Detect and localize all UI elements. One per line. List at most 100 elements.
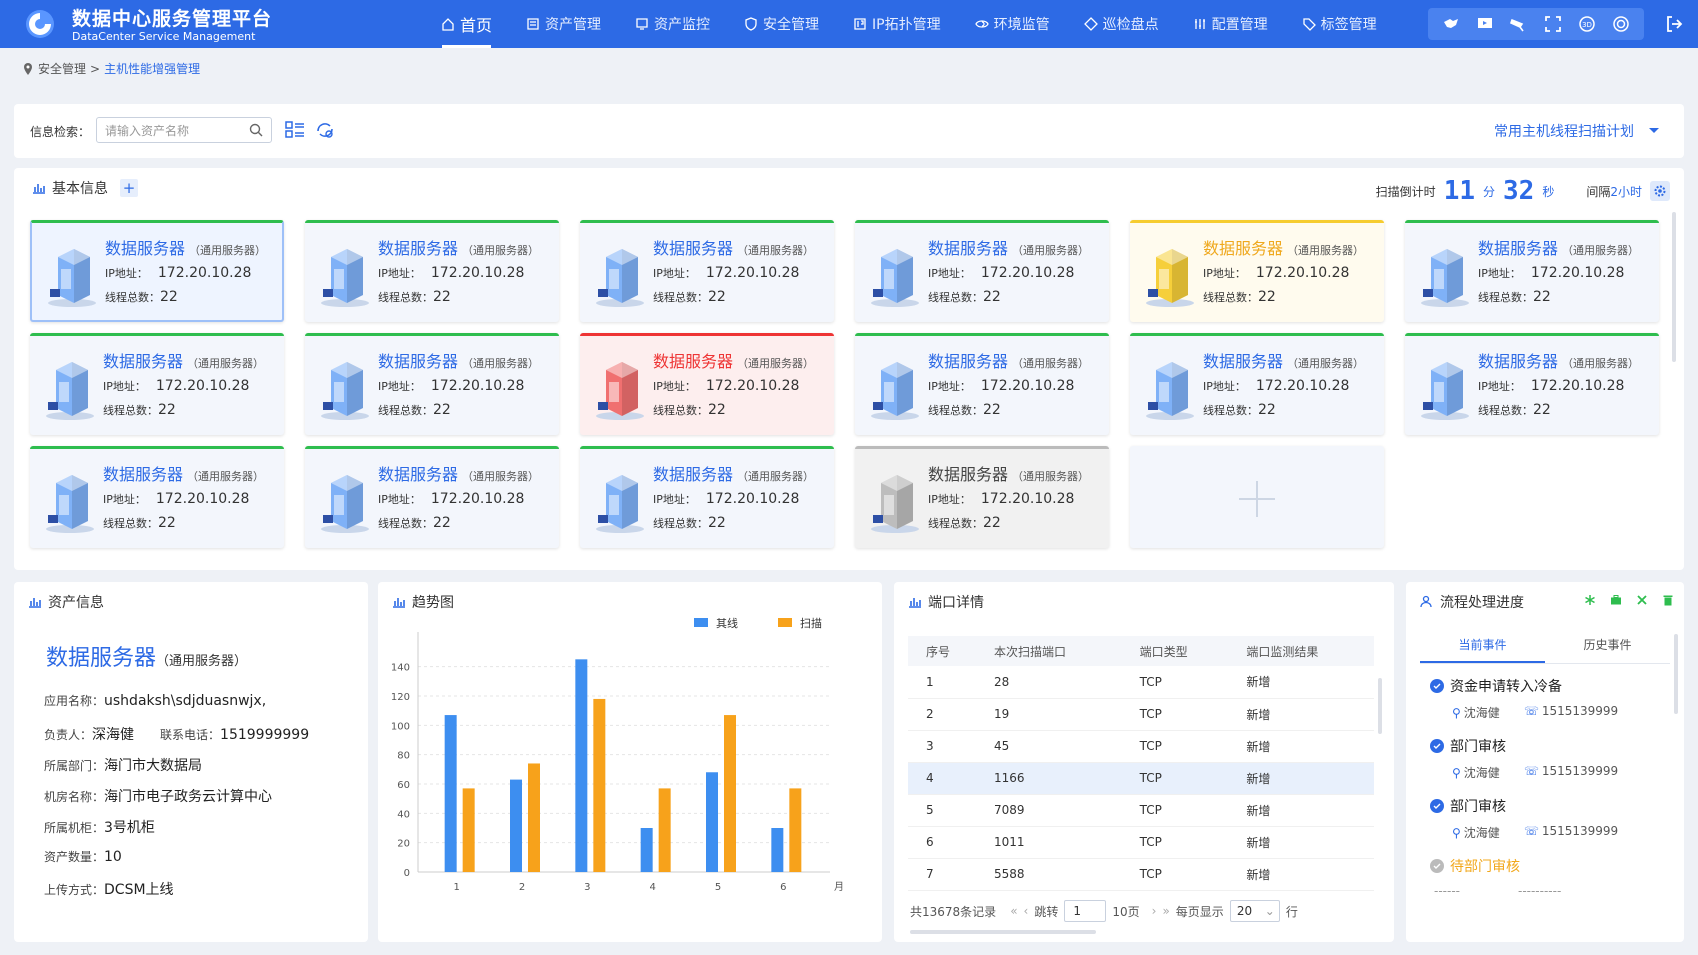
- server-card[interactable]: 数据服务器 （通用服务器） IP地址： 172.20.10.28 线程总数：22: [580, 446, 834, 548]
- flow-phone-number: 1515139999: [1541, 704, 1619, 718]
- nav-item-6[interactable]: 巡检盘点: [1067, 0, 1176, 48]
- nav-item-4[interactable]: IP拓扑管理: [836, 0, 958, 48]
- server-icon: [871, 362, 919, 420]
- server-card[interactable]: 数据服务器 （通用服务器） IP地址： 172.20.10.28 线程总数：22: [1130, 220, 1384, 322]
- last-page-icon[interactable]: »: [1162, 904, 1169, 918]
- check-circle-icon: [1430, 739, 1444, 753]
- server-icon: [596, 475, 644, 533]
- tools-icon[interactable]: [1636, 594, 1648, 606]
- nav-label: 资产管理: [545, 17, 602, 33]
- bar-series2: [528, 763, 540, 872]
- 3d-icon[interactable]: 3D: [1577, 14, 1597, 34]
- nav-item-7[interactable]: 配置管理: [1176, 0, 1285, 48]
- nav-item-0[interactable]: 首页: [424, 0, 509, 48]
- add-server-card[interactable]: [1130, 446, 1384, 548]
- fullscreen-icon[interactable]: [1543, 14, 1563, 34]
- server-card[interactable]: 数据服务器 （通用服务器） IP地址： 172.20.10.28 线程总数：22: [1130, 333, 1384, 435]
- list-view-icon[interactable]: [284, 119, 306, 141]
- nav-item-8[interactable]: 标签管理: [1285, 0, 1394, 48]
- server-ip: IP地址： 172.20.10.28: [928, 378, 1074, 394]
- server-card[interactable]: 数据服务器 （通用服务器） IP地址： 172.20.10.28 线程总数：22: [580, 220, 834, 322]
- table-row[interactable]: 2 19 TCP 新增: [908, 698, 1374, 731]
- server-card[interactable]: 数据服务器 （通用服务器） IP地址： 172.20.10.28 线程总数：22: [1405, 333, 1659, 435]
- scan-plan-dropdown[interactable]: 常用主机线程扫描计划: [1494, 121, 1660, 141]
- search-label: 信息检索：: [30, 125, 91, 139]
- table-row[interactable]: 3 45 TCP 新增: [908, 730, 1374, 763]
- search-icon[interactable]: [249, 123, 263, 137]
- search-input[interactable]: 请输入资产名称: [96, 117, 272, 143]
- server-card[interactable]: 数据服务器 （通用服务器） IP地址： 172.20.10.28 线程总数：22: [1405, 220, 1659, 322]
- table-row[interactable]: 7 5588 TCP 新增: [908, 858, 1374, 891]
- page-size-select[interactable]: 20 ⌄: [1229, 900, 1280, 922]
- flow-item-text: 部门审核: [1450, 799, 1506, 815]
- camera-icon[interactable]: [1509, 14, 1529, 34]
- server-icon: [321, 475, 369, 533]
- server-card[interactable]: 数据服务器 （通用服务器） IP地址： 172.20.10.28 线程总数：22: [30, 333, 284, 435]
- server-grid-scrollbar[interactable]: [1672, 212, 1676, 362]
- server-ip: IP地址： 172.20.10.28: [378, 491, 524, 507]
- home-icon: [442, 18, 454, 31]
- table-row[interactable]: 1 28 TCP 新增: [908, 666, 1374, 699]
- flow-scrollbar[interactable]: [1674, 634, 1678, 714]
- scan-settings-button[interactable]: [1650, 181, 1670, 201]
- ip-label: IP地址：: [928, 267, 971, 280]
- briefcase-icon[interactable]: [1610, 594, 1622, 606]
- flow-item: 部门审核 ⚲ 沈海健 ☏ 1515139999: [1430, 796, 1660, 841]
- interval-value: 2小时: [1610, 184, 1642, 199]
- add-server-button[interactable]: +: [120, 179, 138, 197]
- y-tick-label: 0: [404, 868, 410, 879]
- bar-chart-icon: [29, 598, 41, 608]
- server-name: 数据服务器 （通用服务器）: [103, 461, 264, 485]
- flow-title: 流程处理进度: [1440, 595, 1524, 611]
- flow-item: 待部门审核 ------ ----------: [1430, 856, 1660, 898]
- ip-value: 172.20.10.28: [980, 265, 1075, 281]
- server-card[interactable]: 数据服务器 （通用服务器） IP地址： 172.20.10.28 线程总数：22: [305, 333, 559, 435]
- flow-tab-0[interactable]: 当前事件: [1420, 628, 1545, 663]
- port-details-panel: 端口详情 序号 本次扫描端口 端口类型 端口监测结果 1 28 TCP 新增 2 19 TCP 新增…: [894, 582, 1394, 942]
- prev-page-icon[interactable]: ‹: [1024, 904, 1029, 918]
- server-card[interactable]: 数据服务器 （通用服务器） IP地址： 172.20.10.28 线程总数：22: [30, 220, 284, 322]
- server-card[interactable]: 数据服务器 （通用服务器） IP地址： 172.20.10.28 线程总数：22: [305, 446, 559, 548]
- port-table-scrollbar[interactable]: [1378, 678, 1382, 734]
- flow-tab-1[interactable]: 历史事件: [1545, 628, 1670, 663]
- target-icon[interactable]: [1611, 14, 1631, 34]
- page-input[interactable]: 1: [1064, 900, 1107, 922]
- server-card[interactable]: 数据服务器 （通用服务器） IP地址： 172.20.10.28 线程总数：22: [855, 333, 1109, 435]
- server-icon: [1421, 249, 1469, 307]
- table-row[interactable]: 4 1166 TCP 新增: [908, 762, 1374, 795]
- nav-item-2[interactable]: 资产监控: [618, 0, 727, 48]
- logout-icon[interactable]: [1664, 14, 1684, 34]
- asset-row: 所属部门：海门市大数据局: [44, 755, 202, 775]
- brand: 数据中心服务管理平台 DataCenter Service Management: [72, 8, 272, 44]
- table-row[interactable]: 6 1011 TCP 新增: [908, 826, 1374, 859]
- server-card[interactable]: 数据服务器 （通用服务器） IP地址： 172.20.10.28 线程总数：22: [580, 333, 834, 435]
- server-card[interactable]: 数据服务器 （通用服务器） IP地址： 172.20.10.28 线程总数：22: [30, 446, 284, 548]
- threads-label: 线程总数：: [653, 291, 708, 304]
- server-name: 数据服务器 （通用服务器）: [653, 235, 814, 259]
- nav-item-1[interactable]: 资产管理: [509, 0, 618, 48]
- server-name-text: 数据服务器: [653, 239, 734, 258]
- server-card[interactable]: 数据服务器 （通用服务器） IP地址： 172.20.10.28 线程总数：22: [855, 446, 1109, 548]
- legend-label: 扫描: [800, 616, 822, 630]
- screen-icon[interactable]: [1475, 14, 1495, 34]
- top-bar: 数据中心服务管理平台 DataCenter Service Management…: [0, 0, 1698, 48]
- server-card[interactable]: 数据服务器 （通用服务器） IP地址： 172.20.10.28 线程总数：22: [305, 220, 559, 322]
- refresh-settings-icon[interactable]: [314, 119, 336, 141]
- breadcrumb-parent[interactable]: 安全管理: [38, 60, 86, 77]
- search-panel: 信息检索： 请输入资产名称 常用主机线程扫描计划: [14, 104, 1684, 158]
- server-type: （通用服务器）: [187, 357, 265, 370]
- snowflake-icon[interactable]: [1584, 594, 1596, 606]
- nav-item-3[interactable]: 安全管理: [727, 0, 836, 48]
- trash-icon[interactable]: [1662, 594, 1674, 606]
- plus-icon: [1239, 480, 1275, 517]
- nav-item-5[interactable]: 环境监管: [958, 0, 1067, 48]
- server-card[interactable]: 数据服务器 （通用服务器） IP地址： 172.20.10.28 线程总数：22: [855, 220, 1109, 322]
- map-icon[interactable]: [1441, 14, 1461, 34]
- table-row[interactable]: 5 7089 TCP 新增: [908, 794, 1374, 827]
- port-table-h-scrollbar[interactable]: [910, 930, 1096, 934]
- next-page-icon[interactable]: ›: [1152, 904, 1157, 918]
- location-icon: [24, 62, 32, 75]
- app-title: 数据中心服务管理平台: [72, 8, 273, 30]
- ip-label: IP地址：: [1203, 267, 1246, 280]
- first-page-icon[interactable]: «: [1010, 904, 1017, 918]
